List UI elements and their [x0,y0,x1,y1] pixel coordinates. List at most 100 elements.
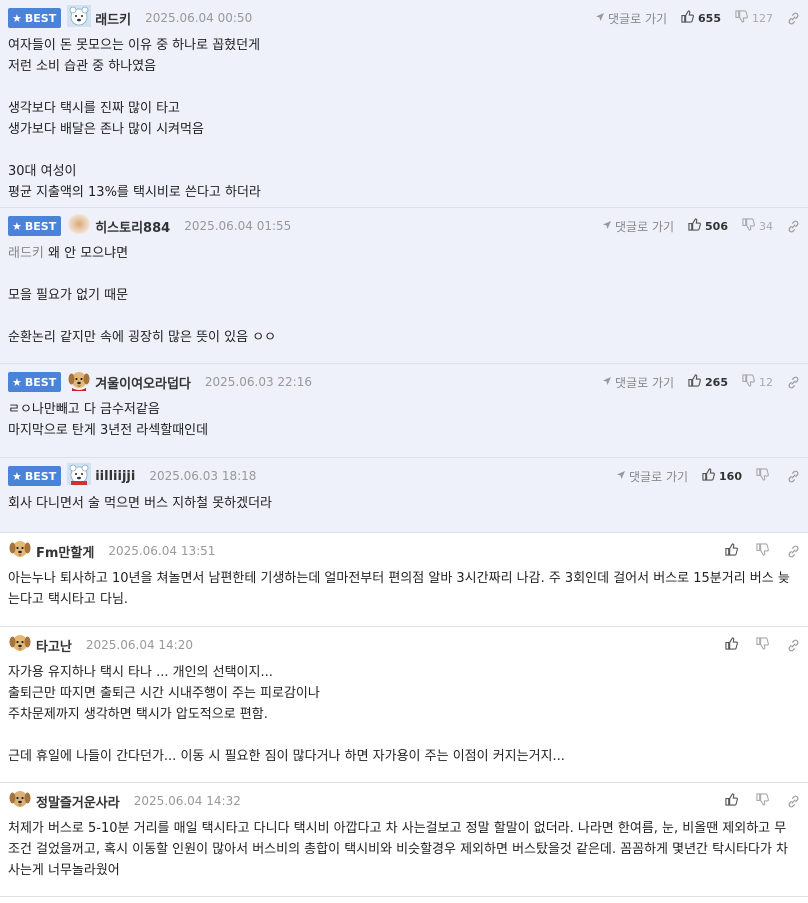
comment-actions: 댓글로 가기 655 127 [595,7,800,29]
best-badge: ★ BEST [8,372,62,392]
best-badge-label: BEST [24,469,57,483]
comment-body: 래드키 왜 안 모으냐면 모을 필요가 없기 때문 순환논리 같지만 속에 굉장… [8,237,808,356]
nickname[interactable]: 히스토리884 [95,217,170,236]
upvote-count: 160 [719,469,742,483]
upvote-button[interactable] [725,543,742,559]
thumbs-up-icon [725,793,742,809]
avatar[interactable] [8,538,36,564]
thumbs-down-icon [756,543,773,559]
avatar[interactable] [67,213,95,239]
copy-link-icon[interactable] [787,545,800,558]
goto-comment-label: 댓글로 가기 [615,375,675,390]
comment-body: 회사 다니면서 술 먹으면 버스 지하철 못하겠더라 [8,487,808,522]
comment-text: ㄹㅇ나만빼고 다 금수저같음 마지막으로 탄게 3년전 라섹할때인데 [8,402,209,438]
best-badge-label: BEST [24,375,57,389]
downvote-button[interactable]: 12 [742,374,773,390]
best-badge-label: BEST [24,11,57,25]
comment-actions: 댓글로 가기 160 [616,465,800,487]
avatar[interactable] [67,463,95,489]
goto-comment-link[interactable]: 댓글로 가기 [616,468,688,485]
upvote-button[interactable] [725,793,742,809]
comment-header: 정말즐거운사라 2025.06.04 14:32 [8,790,808,812]
upvote-button[interactable]: 160 [702,468,742,484]
thumbs-down-icon [742,374,759,390]
best-badge-label: BEST [24,219,57,233]
comment-date: 2025.06.04 01:55 [184,219,292,233]
goto-arrow-icon [602,375,615,389]
upvote-button[interactable]: 265 [688,374,728,390]
comment-text: 회사 다니면서 술 먹으면 버스 지하철 못하겠더라 [8,496,272,511]
copy-link-icon[interactable] [787,12,800,25]
downvote-button[interactable] [756,637,773,653]
comment-body: 여자들이 돈 못모으는 이유 중 하나로 꼽혔던게 저런 소비 습관 중 하나였… [8,29,808,211]
nickname[interactable]: 정말즐거운사라 [36,792,120,811]
comment-header: ★ BEST iilliijji 2025.06.03 18:18 댓글로 가기 160 [8,463,808,489]
best-comment: ★ BEST 겨울이여오라덥다 2025.06.03 22:16 댓글로 가기 265 12… [0,364,808,458]
downvote-button[interactable] [756,793,773,809]
avatar[interactable] [67,5,95,31]
comment-text: 자가용 유지하나 택시 타나 ... 개인의 선택이지... 출퇴근만 따지면 … [8,665,565,764]
avatar[interactable] [8,788,36,814]
thumbs-up-icon [725,543,742,559]
upvote-button[interactable]: 655 [681,10,721,26]
star-icon: ★ [12,11,22,25]
copy-link-icon[interactable] [787,220,800,233]
nickname[interactable]: 래드키 [95,9,131,28]
goto-comment-label: 댓글로 가기 [615,219,675,234]
comment-date: 2025.06.04 00:50 [145,11,253,25]
nickname[interactable]: 타고난 [36,636,72,655]
upvote-button[interactable]: 506 [688,218,728,234]
star-icon: ★ [12,469,22,483]
avatar[interactable] [67,369,95,395]
comment-header: ★ BEST 히스토리884 2025.06.04 01:55 댓글로 가기 506 34 [8,213,808,239]
copy-link-icon[interactable] [787,795,800,808]
downvote-count: 12 [759,375,773,389]
nickname[interactable]: Fm만할게 [36,542,94,561]
goto-comment-label: 댓글로 가기 [629,469,689,484]
downvote-button[interactable]: 127 [735,10,773,26]
comment-text: 왜 안 모으냐면 모을 필요가 없기 때문 순환논리 같지만 속에 굉장히 많은… [8,246,277,345]
best-comment: ★ BEST 히스토리884 2025.06.04 01:55 댓글로 가기 506 34 래… [0,208,808,364]
comment-list: ★ BEST 래드키 2025.06.04 00:50 댓글로 가기 655 127 여자들이… [0,0,808,897]
comment-actions [725,634,800,656]
comment-actions [725,790,800,812]
best-badge: ★ BEST [8,216,62,236]
downvote-button[interactable]: 34 [742,218,773,234]
comment: 타고난 2025.06.04 14:20 자가용 유지하나 택시 타나 ... 개인… [0,627,808,783]
goto-comment-link[interactable]: 댓글로 가기 [602,374,674,391]
goto-comment-link[interactable]: 댓글로 가기 [595,10,667,27]
goto-comment-link[interactable]: 댓글로 가기 [602,218,674,235]
comment-header: ★ BEST 겨울이여오라덥다 2025.06.03 22:16 댓글로 가기 265 12 [8,371,808,393]
copy-link-icon[interactable] [787,376,800,389]
comment-body: 처제가 버스로 5-10분 거리를 매일 택시타고 다니다 택시비 아깝다고 차… [8,812,808,889]
thumbs-down-icon [735,10,752,26]
thumbs-up-icon [688,218,705,234]
comment-header: Fm만할게 2025.06.04 13:51 [8,540,808,562]
downvote-button[interactable] [756,468,773,484]
comment: Fm만할게 2025.06.04 13:51 아는누나 퇴사하고 10년을 쳐놀면서… [0,533,808,627]
goto-arrow-icon [602,219,615,233]
downvote-button[interactable] [756,543,773,559]
nickname[interactable]: iilliijji [95,469,135,484]
avatar[interactable] [8,632,36,658]
comment-actions: 댓글로 가기 265 12 [602,371,800,393]
comment-header: 타고난 2025.06.04 14:20 [8,634,808,656]
mention-link[interactable]: 래드키 [8,246,44,261]
star-icon: ★ [12,375,22,389]
comment-actions [725,540,800,562]
comment-body: 아는누나 퇴사하고 10년을 쳐놀면서 남편한테 기생하는데 얼마전부터 편의점… [8,562,808,618]
upvote-count: 265 [705,375,728,389]
thumbs-down-icon [742,218,759,234]
comment-actions: 댓글로 가기 506 34 [602,215,800,237]
comment-header: ★ BEST 래드키 2025.06.04 00:50 댓글로 가기 655 127 [8,5,808,31]
best-badge: ★ BEST [8,466,62,486]
thumbs-up-icon [688,374,705,390]
copy-link-icon[interactable] [787,470,800,483]
thumbs-down-icon [756,637,773,653]
upvote-button[interactable] [725,637,742,653]
copy-link-icon[interactable] [787,639,800,652]
goto-arrow-icon [595,11,608,25]
star-icon: ★ [12,219,22,233]
nickname[interactable]: 겨울이여오라덥다 [95,373,191,392]
goto-arrow-icon [616,469,629,483]
